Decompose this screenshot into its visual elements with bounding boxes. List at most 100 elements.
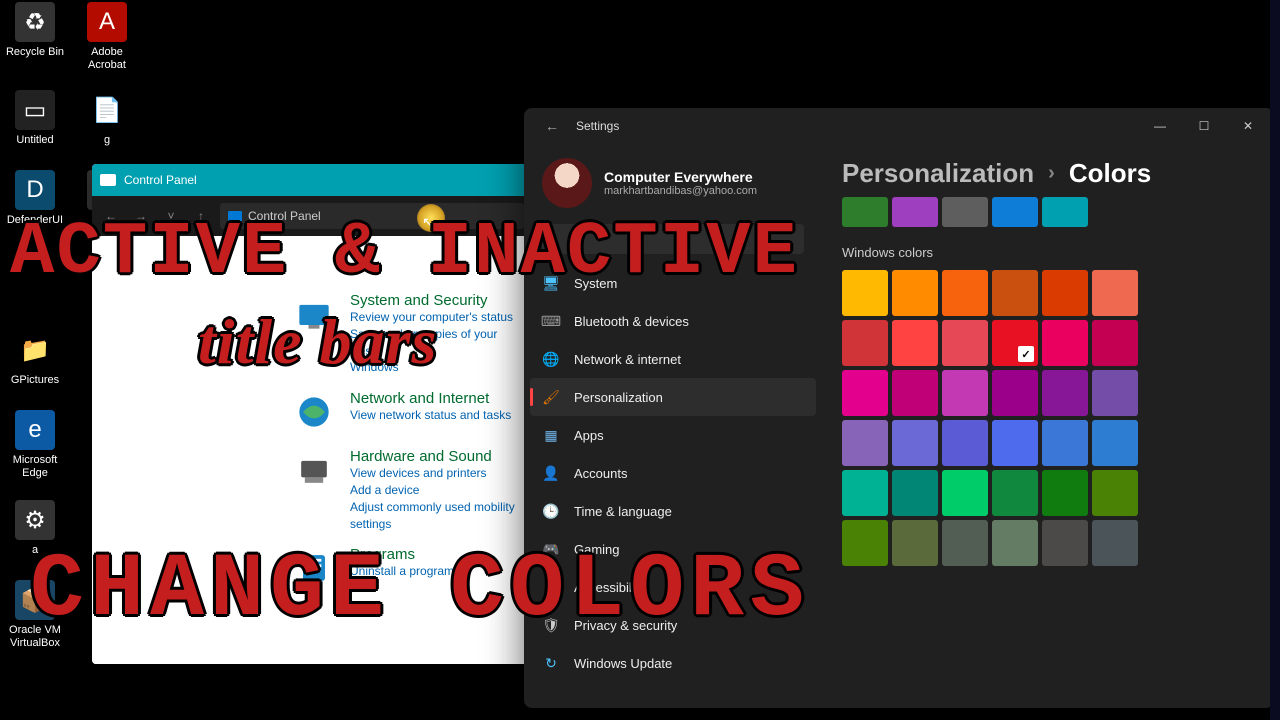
nav-item-accessibility[interactable]: ✚Accessibility xyxy=(524,568,822,606)
color-swatch[interactable] xyxy=(842,270,888,316)
nav-item-windows-update[interactable]: ↻Windows Update xyxy=(524,644,822,682)
nav-back-icon[interactable]: ← xyxy=(100,205,122,227)
recent-color-swatch[interactable] xyxy=(842,197,888,227)
nav-item-bluetooth-devices[interactable]: ⌨Bluetooth & devices xyxy=(524,302,822,340)
desktop-icon-untitled[interactable]: ▭Untitled xyxy=(0,90,70,147)
color-swatch[interactable] xyxy=(842,520,888,566)
chevron-right-icon: › xyxy=(1048,162,1055,185)
color-swatch[interactable] xyxy=(842,470,888,516)
color-swatch[interactable] xyxy=(892,370,938,416)
color-swatch[interactable] xyxy=(942,370,988,416)
color-swatch[interactable] xyxy=(992,370,1038,416)
nav-item-personalization[interactable]: 🖌Personalization xyxy=(530,378,816,416)
color-swatch[interactable] xyxy=(1092,370,1138,416)
category-title[interactable]: System and Security xyxy=(350,292,522,309)
color-swatch[interactable] xyxy=(1092,470,1138,516)
nav-item-apps[interactable]: ▦Apps xyxy=(524,416,822,454)
nav-item-time-language[interactable]: 🕒Time & language xyxy=(524,492,822,530)
cp-category: System and SecurityReview your computer'… xyxy=(102,292,522,376)
icon-label: Recycle Bin xyxy=(0,46,70,59)
color-swatch[interactable] xyxy=(892,320,938,366)
cp-link[interactable]: Adjust commonly used mobility settings xyxy=(350,499,522,533)
search-input[interactable] xyxy=(542,224,804,254)
color-swatch[interactable] xyxy=(992,520,1038,566)
icon-label: DefenderUI xyxy=(0,214,70,227)
icon-label: Untitled xyxy=(0,134,70,147)
breadcrumb-current: Colors xyxy=(1069,158,1151,189)
nav-item-system[interactable]: 🖥System xyxy=(524,264,822,302)
color-swatch[interactable] xyxy=(842,420,888,466)
avatar xyxy=(542,158,592,208)
color-swatch[interactable] xyxy=(1042,370,1088,416)
cp-link[interactable]: Uninstall a program xyxy=(350,563,454,580)
color-swatch[interactable] xyxy=(942,520,988,566)
breadcrumb-parent[interactable]: Personalization xyxy=(842,158,1034,189)
close-button[interactable]: ✕ xyxy=(1226,108,1270,144)
color-swatch[interactable] xyxy=(892,470,938,516)
color-swatch[interactable] xyxy=(992,470,1038,516)
category-title[interactable]: Network and Internet xyxy=(350,390,511,407)
desktop-icon-microsoft-edge[interactable]: eMicrosoft Edge xyxy=(0,410,70,480)
cp-link[interactable]: Review your computer's status xyxy=(350,309,522,326)
color-swatch[interactable] xyxy=(992,320,1038,366)
color-swatch[interactable] xyxy=(1092,320,1138,366)
desktop-icon-recycle-bin[interactable]: ♻Recycle Bin xyxy=(0,2,70,59)
recent-color-swatch[interactable] xyxy=(942,197,988,227)
desktop-icon-a[interactable]: ⚙a xyxy=(0,500,70,557)
cp-link[interactable]: Add a device xyxy=(350,482,522,499)
nav-forward-icon[interactable]: → xyxy=(130,205,152,227)
color-swatch[interactable] xyxy=(1042,270,1088,316)
color-swatch[interactable] xyxy=(992,420,1038,466)
desktop-icon-defenderui[interactable]: DDefenderUI xyxy=(0,170,70,227)
color-swatch[interactable] xyxy=(1042,320,1088,366)
color-swatch[interactable] xyxy=(942,270,988,316)
color-swatch[interactable] xyxy=(942,470,988,516)
cp-category: Network and InternetView network status … xyxy=(102,390,522,434)
nav-up-folder-icon[interactable]: ↑ xyxy=(190,205,212,227)
address-field[interactable]: Control Panel xyxy=(220,203,524,229)
color-swatch[interactable] xyxy=(1092,270,1138,316)
color-swatch[interactable] xyxy=(942,320,988,366)
nav-item-network-internet[interactable]: 🌐Network & internet xyxy=(524,340,822,378)
minimize-button[interactable]: — xyxy=(1138,108,1182,144)
cp-link[interactable]: Save backup copies of your files xyxy=(350,326,522,360)
control-panel-titlebar[interactable]: Control Panel xyxy=(92,164,532,196)
color-swatch[interactable] xyxy=(892,520,938,566)
recent-color-swatch[interactable] xyxy=(1042,197,1088,227)
color-swatch[interactable] xyxy=(992,270,1038,316)
category-title[interactable]: Hardware and Sound xyxy=(350,448,522,465)
settings-titlebar: ← Settings — ☐ ✕ xyxy=(524,108,1274,144)
cp-link[interactable]: Windows xyxy=(350,359,522,376)
nav-item-gaming[interactable]: 🎮Gaming xyxy=(524,530,822,568)
color-swatch[interactable] xyxy=(1092,520,1138,566)
color-swatch[interactable] xyxy=(1042,470,1088,516)
cp-link[interactable]: View network status and tasks xyxy=(350,407,511,424)
nav-label: Privacy & security xyxy=(574,618,677,633)
recent-colors-row xyxy=(842,197,1254,227)
color-swatch[interactable] xyxy=(942,420,988,466)
user-profile[interactable]: Computer Everywhere markhartbandibas@yah… xyxy=(524,152,822,224)
color-swatch[interactable] xyxy=(1092,420,1138,466)
color-swatch[interactable] xyxy=(1042,420,1088,466)
color-swatch[interactable] xyxy=(1042,520,1088,566)
color-swatch[interactable] xyxy=(892,270,938,316)
nav-item-accounts[interactable]: 👤Accounts xyxy=(524,454,822,492)
control-panel-body: Adjust your computer's settings System a… xyxy=(92,236,532,664)
desktop-icon-adobe-acrobat[interactable]: AAdobe Acrobat xyxy=(72,2,142,72)
category-title[interactable]: Programs xyxy=(350,546,454,563)
back-button[interactable]: ← xyxy=(538,118,566,134)
color-swatch[interactable] xyxy=(842,370,888,416)
desktop-icon-oracle-vm-virtualbox[interactable]: 📦Oracle VM VirtualBox xyxy=(0,580,70,650)
cp-link[interactable]: View devices and printers xyxy=(350,465,522,482)
nav-label: Personalization xyxy=(574,390,663,405)
nav-up-icon[interactable]: ˅ xyxy=(160,205,182,227)
maximize-button[interactable]: ☐ xyxy=(1182,108,1226,144)
recent-color-swatch[interactable] xyxy=(892,197,938,227)
recent-color-swatch[interactable] xyxy=(992,197,1038,227)
desktop-icon-gpictures[interactable]: 📁GPictures xyxy=(0,330,70,387)
color-swatch[interactable] xyxy=(842,320,888,366)
desktop-icon-g[interactable]: 📄g xyxy=(72,90,142,147)
control-panel-title: Control Panel xyxy=(124,173,197,187)
nav-item-privacy-security[interactable]: 🛡Privacy & security xyxy=(524,606,822,644)
color-swatch[interactable] xyxy=(892,420,938,466)
